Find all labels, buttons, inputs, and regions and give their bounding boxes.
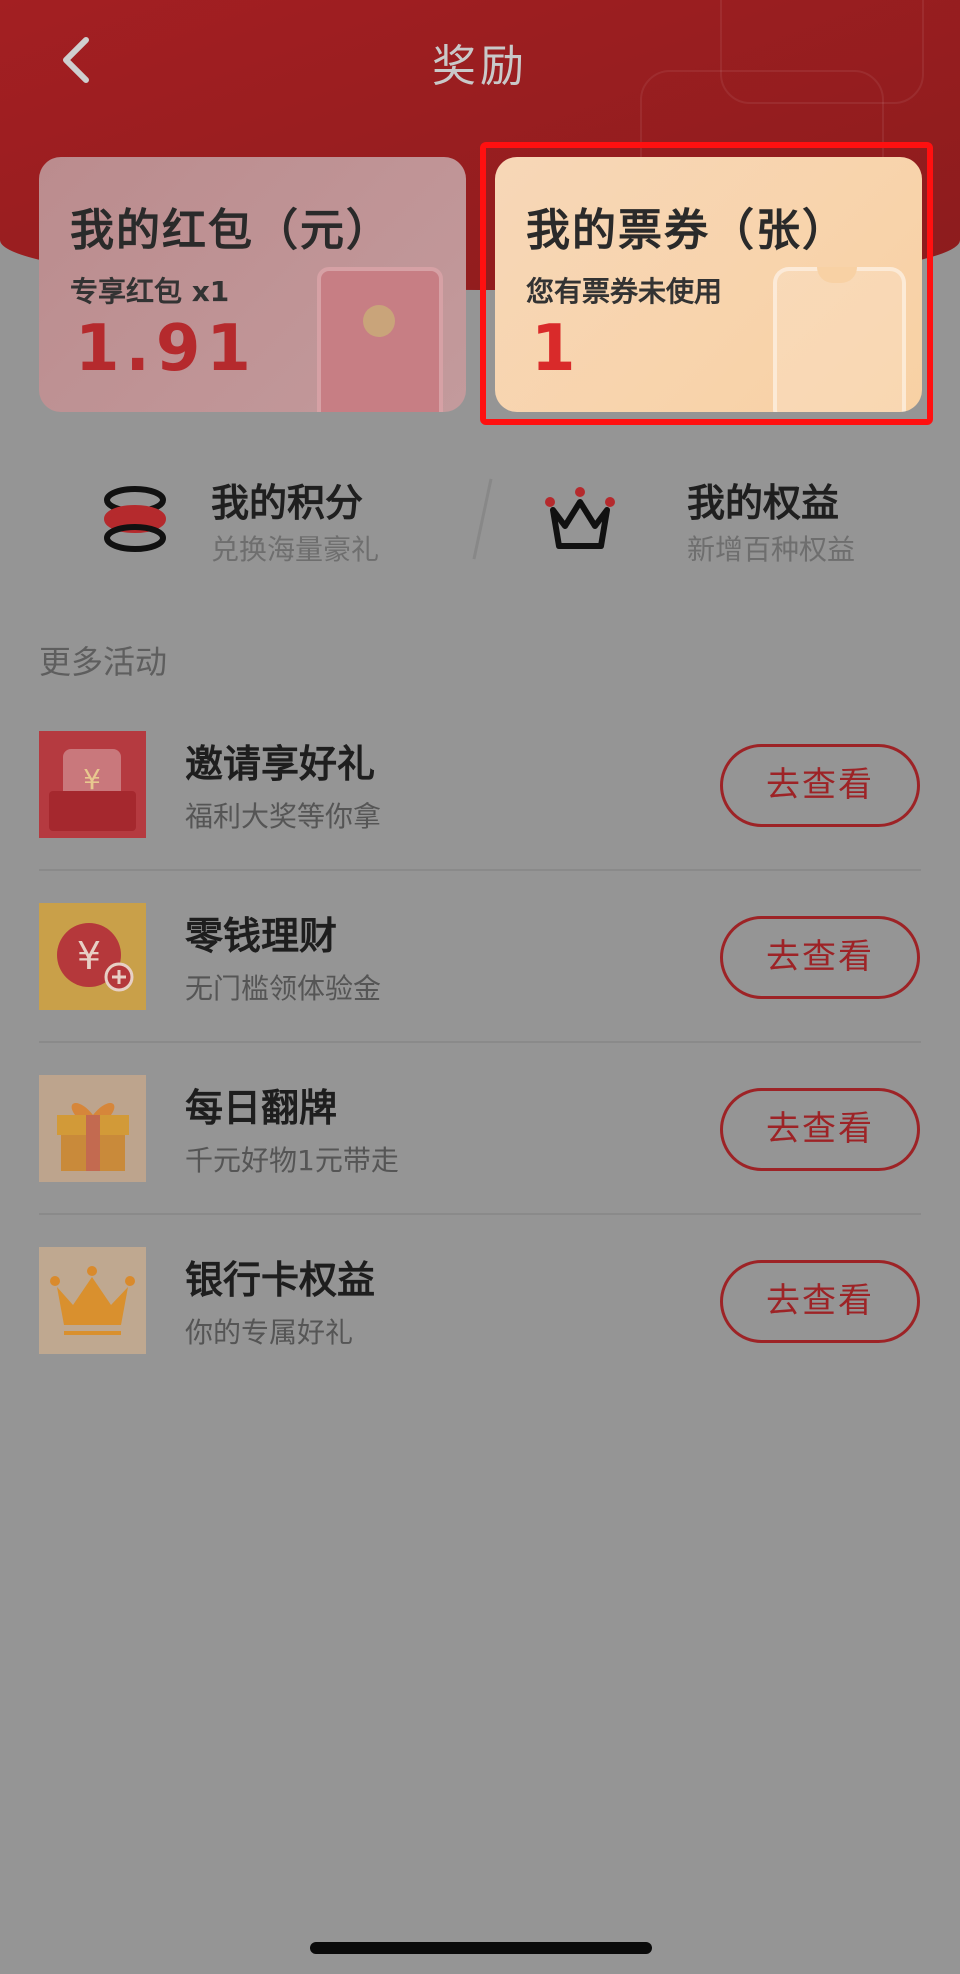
activity-title: 每日翻牌 <box>185 1086 338 1130</box>
home-indicator <box>310 1942 652 1954</box>
list-item: ¥ 零钱理财 无门槛领体验金 去查看 <box>39 903 921 1074</box>
red-packet-amount: 1.91 <box>75 312 257 386</box>
activity-title: 零钱理财 <box>185 914 338 958</box>
red-packet-card[interactable]: 我的红包（元） 专享红包 x1 1.91 <box>39 157 466 412</box>
shortcut-points-title: 我的积分 <box>211 481 364 525</box>
red-envelope-icon <box>317 267 443 412</box>
activity-subtitle: 千元好物1元带走 <box>185 1144 399 1177</box>
view-button[interactable]: 去查看 <box>720 1088 920 1171</box>
crown-icon <box>545 487 615 549</box>
yuan-coin-icon: ¥ <box>39 903 146 1010</box>
view-button[interactable]: 去查看 <box>720 916 920 999</box>
shortcut-rights-subtitle: 新增百种权益 <box>687 533 856 566</box>
row-divider <box>39 1213 921 1215</box>
ticket-card-highlight <box>480 142 933 425</box>
shortcut-rights-title: 我的权益 <box>687 481 840 525</box>
activity-subtitle: 你的专属好礼 <box>185 1316 354 1349</box>
activity-title: 邀请享好礼 <box>185 742 376 786</box>
red-packet-title: 我的红包（元） <box>70 205 392 256</box>
section-title-more-activities: 更多活动 <box>39 643 168 681</box>
row-divider <box>39 869 921 871</box>
shortcut-points[interactable]: 我的积分 兑换海量豪礼 <box>98 468 438 568</box>
svg-text:¥: ¥ <box>77 934 101 978</box>
gift-box-icon <box>39 1075 146 1182</box>
view-button[interactable]: 去查看 <box>720 744 920 827</box>
row-divider <box>39 1041 921 1043</box>
activity-title: 银行卡权益 <box>185 1258 376 1302</box>
red-envelope-icon: ¥ <box>39 731 146 838</box>
list-item: ¥ 邀请享好礼 福利大奖等你拿 去查看 <box>39 731 921 902</box>
activity-subtitle: 福利大奖等你拿 <box>185 800 382 833</box>
shortcut-rights[interactable]: 我的权益 新增百种权益 <box>545 468 915 568</box>
view-button[interactable]: 去查看 <box>720 1260 920 1343</box>
shortcut-divider <box>472 478 493 560</box>
red-packet-subtitle: 专享红包 x1 <box>70 275 230 308</box>
shortcut-points-subtitle: 兑换海量豪礼 <box>211 533 380 566</box>
crown-icon <box>39 1247 146 1354</box>
activity-subtitle: 无门槛领体验金 <box>185 972 382 1005</box>
list-item: 每日翻牌 千元好物1元带走 去查看 <box>39 1075 921 1246</box>
coin-stack-icon <box>104 486 166 552</box>
list-item: 银行卡权益 你的专属好礼 去查看 <box>39 1247 921 1418</box>
page-title: 奖励 <box>432 41 528 92</box>
